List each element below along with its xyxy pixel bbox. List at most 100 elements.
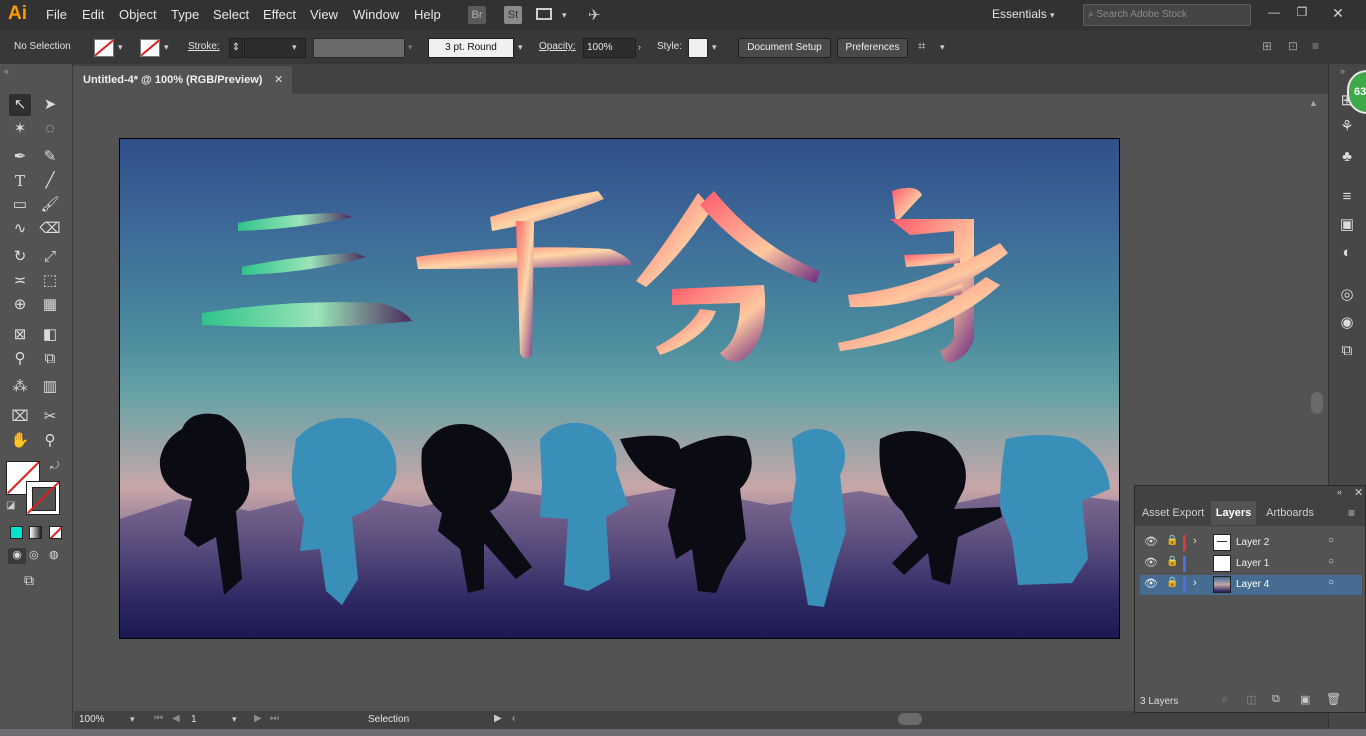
chevron-down-icon[interactable]: ▾: [164, 42, 169, 53]
color-mode-icon[interactable]: [10, 526, 23, 539]
appearance-panel-icon[interactable]: ◎: [1336, 284, 1358, 306]
chevron-down-icon[interactable]: ▾: [232, 714, 237, 725]
delete-layer-icon[interactable]: 🗑: [1326, 692, 1341, 706]
minimize-icon[interactable]: —: [1266, 5, 1282, 19]
target-icon[interactable]: ○: [1328, 556, 1334, 567]
horizontal-scrollbar-thumb[interactable]: [898, 713, 922, 725]
next-artboard-icon[interactable]: ▶: [254, 713, 262, 724]
expand-layer-icon[interactable]: ›: [1193, 577, 1197, 589]
preferences-button[interactable]: Preferences: [837, 38, 908, 58]
gradient-mode-icon[interactable]: [29, 526, 42, 539]
stroke-label[interactable]: Stroke:: [188, 41, 220, 52]
artboard[interactable]: [119, 138, 1120, 639]
default-colors-icon[interactable]: ◪: [6, 500, 15, 511]
shape-builder-tool-icon[interactable]: ⊕: [9, 294, 31, 316]
lock-icon[interactable]: 🔒: [1166, 577, 1178, 588]
workspace-switcher[interactable]: Essentials: [992, 7, 1047, 21]
swap-fill-stroke-icon[interactable]: ⤾: [50, 460, 59, 473]
scale-tool-icon[interactable]: ⤢: [39, 246, 61, 268]
opacity-field[interactable]: 100%: [583, 38, 636, 58]
transform-icon[interactable]: ⊡: [1288, 39, 1298, 53]
chevron-right-icon[interactable]: ›: [638, 42, 641, 52]
mesh-tool-icon[interactable]: ⊠: [9, 324, 31, 346]
tab-layers[interactable]: Layers: [1211, 501, 1256, 525]
chevron-down-icon[interactable]: ▾: [292, 42, 297, 53]
graphic-styles-panel-icon[interactable]: ◉: [1336, 312, 1358, 334]
last-artboard-icon[interactable]: ⏭: [270, 713, 279, 724]
tab-asset-export[interactable]: Asset Export: [1136, 501, 1210, 525]
target-icon[interactable]: ○: [1328, 577, 1334, 588]
collapse-icon[interactable]: «: [4, 66, 9, 76]
curvature-tool-icon[interactable]: ✎: [39, 146, 61, 168]
magic-wand-tool-icon[interactable]: ✶: [9, 118, 31, 140]
export-panel-icon[interactable]: ⧉: [1336, 340, 1358, 362]
free-transform-tool-icon[interactable]: ⬚: [39, 270, 61, 292]
chevron-down-icon[interactable]: ▾: [518, 42, 523, 53]
width-tool-icon[interactable]: ≍: [9, 270, 31, 292]
eraser-tool-icon[interactable]: ⌫: [39, 218, 61, 240]
panel-header[interactable]: [1135, 486, 1365, 502]
layer-name[interactable]: Layer 4: [1236, 579, 1269, 590]
chevron-down-icon[interactable]: ▾: [130, 714, 135, 725]
chevron-down-icon[interactable]: ▾: [408, 42, 413, 53]
menu-file[interactable]: File: [46, 7, 67, 22]
visibility-eye-icon[interactable]: 👁: [1144, 556, 1158, 569]
type-tool-icon[interactable]: T: [9, 170, 31, 192]
vertical-scrollbar-thumb[interactable]: [1311, 392, 1323, 414]
menu-type[interactable]: Type: [171, 7, 199, 22]
locate-object-icon[interactable]: ⌕: [1222, 693, 1228, 706]
stroke-indicator[interactable]: [26, 481, 60, 515]
column-graph-tool-icon[interactable]: ▥: [39, 376, 61, 398]
draw-normal-icon[interactable]: ◉: [8, 548, 26, 564]
gpu-performance-icon[interactable]: ✈: [588, 6, 601, 24]
close-tab-icon[interactable]: ✕: [274, 73, 283, 86]
first-artboard-icon[interactable]: ⏮: [154, 713, 163, 724]
menu-select[interactable]: Select: [213, 7, 249, 22]
search-stock-field[interactable]: ⌕ Search Adobe Stock: [1083, 4, 1251, 26]
bridge-icon[interactable]: Br: [468, 6, 486, 24]
layer-name[interactable]: Layer 1: [1236, 558, 1269, 569]
gradient-tool-icon[interactable]: ◧: [39, 324, 61, 346]
rectangle-tool-icon[interactable]: ▭: [9, 194, 31, 216]
opacity-label[interactable]: Opacity:: [539, 41, 576, 52]
chevron-down-icon[interactable]: ▾: [940, 42, 945, 53]
chevron-down-icon[interactable]: ▾: [712, 42, 717, 53]
paintbrush-tool-icon[interactable]: 🖌: [39, 194, 61, 216]
hand-tool-icon[interactable]: ✋: [9, 430, 31, 452]
visibility-eye-icon[interactable]: 👁: [1144, 535, 1158, 548]
fill-swatch[interactable]: [94, 39, 114, 57]
menu-help[interactable]: Help: [414, 7, 441, 22]
document-tab[interactable]: Untitled-4* @ 100% (RGB/Preview) ✕: [74, 66, 292, 94]
close-panel-icon[interactable]: ✕: [1354, 486, 1363, 499]
menu-view[interactable]: View: [310, 7, 338, 22]
stroke-stepper[interactable]: ⇕: [229, 38, 243, 58]
menu-icon[interactable]: ≡: [1312, 39, 1319, 53]
variable-width-profile[interactable]: [313, 38, 405, 58]
style-swatch[interactable]: [688, 38, 708, 58]
transparency-panel-icon[interactable]: ◐: [1336, 242, 1358, 264]
align-icon[interactable]: ⊞: [1262, 39, 1272, 53]
symbols-panel-icon[interactable]: ♣: [1336, 146, 1358, 168]
previous-artboard-icon[interactable]: ◀: [172, 713, 180, 724]
line-tool-icon[interactable]: ╱: [39, 170, 61, 192]
layer-row-layer-1[interactable]: 👁 🔒 Layer 1 ○: [1140, 554, 1362, 574]
selection-tool-icon[interactable]: ↖: [9, 94, 31, 116]
artboard-number[interactable]: 1: [191, 714, 197, 725]
eyedropper-tool-icon[interactable]: ⚲: [9, 348, 31, 370]
layer-row-layer-2[interactable]: 👁 🔒 › Layer 2 ○: [1140, 533, 1362, 553]
target-icon[interactable]: ○: [1328, 535, 1334, 546]
direct-selection-tool-icon[interactable]: ➤: [39, 94, 61, 116]
stroke-swatch[interactable]: [140, 39, 160, 57]
new-sublayer-icon[interactable]: ⧉: [1272, 693, 1280, 706]
scroll-up-icon[interactable]: ▲: [1309, 98, 1323, 110]
current-tool-status[interactable]: Selection: [368, 714, 409, 725]
draw-inside-icon[interactable]: ◍: [49, 548, 59, 561]
zoom-tool-icon[interactable]: ⚲: [39, 430, 61, 452]
menu-edit[interactable]: Edit: [82, 7, 104, 22]
blend-tool-icon[interactable]: ⧉: [39, 348, 61, 370]
brushes-panel-icon[interactable]: ⚘: [1336, 116, 1358, 138]
document-setup-button[interactable]: Document Setup: [738, 38, 831, 58]
menu-object[interactable]: Object: [119, 7, 157, 22]
draw-behind-icon[interactable]: ◎: [29, 548, 39, 561]
status-menu-arrow-icon[interactable]: ▶: [494, 713, 502, 724]
